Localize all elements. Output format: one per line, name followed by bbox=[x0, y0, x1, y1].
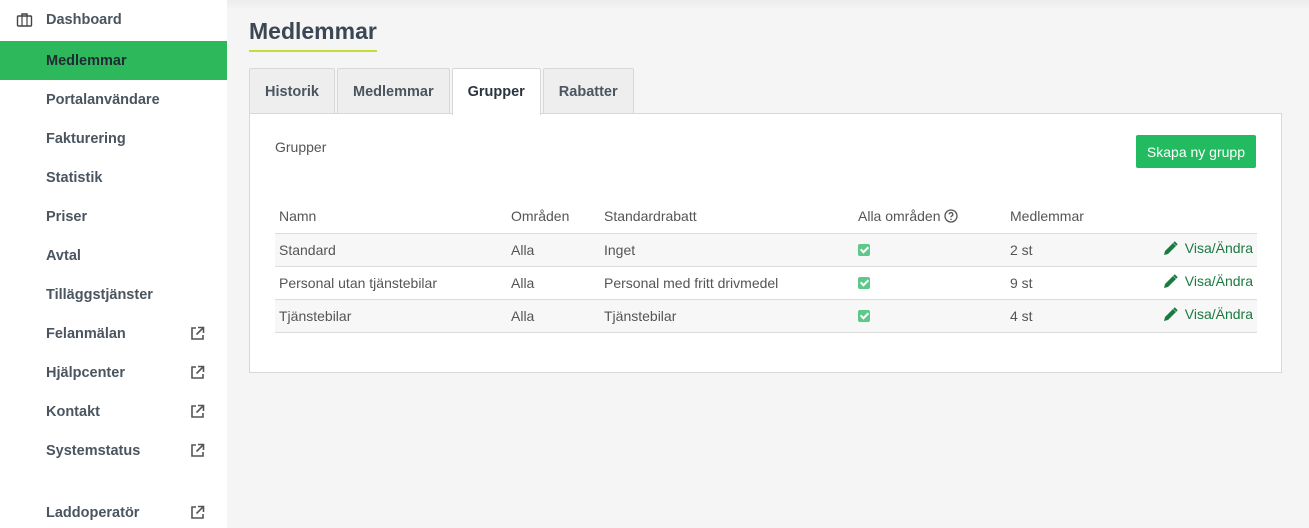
cell-action: Visa/Ändra bbox=[1136, 266, 1257, 300]
cell-areas: Alla bbox=[507, 266, 600, 300]
sidebar-item-label: Dashboard bbox=[46, 11, 122, 28]
cell-name: Tjänstebilar bbox=[275, 299, 507, 333]
sidebar-item-label: Medlemmar bbox=[46, 52, 127, 69]
sidebar-item-fakturering[interactable]: Fakturering bbox=[0, 119, 227, 158]
cell-name: Personal utan tjänstebilar bbox=[275, 266, 507, 300]
external-link-icon bbox=[191, 404, 205, 418]
view-edit-link[interactable]: Visa/Ändra bbox=[1163, 273, 1253, 289]
checkbox-checked-icon bbox=[858, 309, 870, 322]
cell-all-areas bbox=[854, 299, 1006, 333]
tab-bar: Historik Medlemmar Grupper Rabatter bbox=[249, 68, 636, 115]
cell-name: Standard bbox=[275, 233, 507, 267]
create-group-button[interactable]: Skapa ny grupp bbox=[1135, 135, 1256, 168]
table-row: Personal utan tjänstebilar Alla Personal… bbox=[275, 266, 1257, 300]
cell-action: Visa/Ändra bbox=[1136, 299, 1257, 333]
cell-discount: Inget bbox=[600, 233, 854, 267]
tab-grupper[interactable]: Grupper bbox=[451, 68, 541, 115]
tab-historik[interactable]: Historik bbox=[249, 68, 335, 114]
view-edit-link[interactable]: Visa/Ändra bbox=[1163, 306, 1253, 322]
column-header-name[interactable]: Namn bbox=[275, 200, 507, 234]
cell-all-areas bbox=[854, 233, 1006, 267]
sidebar-item-label: Avtal bbox=[46, 247, 81, 264]
view-edit-label: Visa/Ändra bbox=[1184, 273, 1253, 290]
table-row: Standard Alla Inget 2 st Visa/Ändra bbox=[275, 233, 1257, 267]
view-edit-label: Visa/Ändra bbox=[1184, 306, 1253, 323]
column-header-members[interactable]: Medlemmar bbox=[1006, 200, 1136, 234]
checkbox-checked-icon bbox=[858, 276, 870, 289]
cell-all-areas bbox=[854, 266, 1006, 300]
cell-areas: Alla bbox=[507, 299, 600, 333]
cell-members: 4 st bbox=[1006, 299, 1136, 333]
cell-members: 2 st bbox=[1006, 233, 1136, 267]
briefcase-icon bbox=[16, 13, 33, 27]
sidebar-item-label: Priser bbox=[46, 208, 88, 225]
sidebar-item-label: Laddoperatör bbox=[46, 504, 140, 521]
column-header-all-areas-label: Alla områden bbox=[858, 208, 941, 225]
pencil-icon bbox=[1163, 274, 1178, 288]
help-icon[interactable] bbox=[943, 209, 958, 223]
sidebar-item-label: Felanmälan bbox=[46, 325, 126, 342]
pencil-icon bbox=[1163, 241, 1178, 255]
cell-discount: Tjänstebilar bbox=[600, 299, 854, 333]
sidebar-item-avtal[interactable]: Avtal bbox=[0, 236, 227, 275]
sidebar-item-priser[interactable]: Priser bbox=[0, 197, 227, 236]
sidebar-item-systemstatus[interactable]: Systemstatus bbox=[0, 431, 227, 470]
column-header-areas[interactable]: Områden bbox=[507, 200, 600, 234]
sidebar-item-laddoperator[interactable]: Laddoperatör bbox=[0, 493, 227, 528]
sidebar-item-label: Hjälpcenter bbox=[46, 364, 125, 381]
cell-discount: Personal med fritt drivmedel bbox=[600, 266, 854, 300]
sidebar-item-medlemmar[interactable]: Medlemmar bbox=[0, 41, 227, 80]
column-header-discount[interactable]: Standardrabatt bbox=[600, 200, 854, 234]
sidebar-item-kontakt[interactable]: Kontakt bbox=[0, 392, 227, 431]
sidebar-item-statistik[interactable]: Statistik bbox=[0, 158, 227, 197]
column-header-actions bbox=[1136, 200, 1257, 234]
main-content: Medlemmar Historik Medlemmar Grupper Rab… bbox=[227, 0, 1309, 528]
groups-table: Namn Områden Standardrabatt Alla områden… bbox=[275, 200, 1257, 333]
view-edit-label: Visa/Ändra bbox=[1184, 240, 1253, 257]
sidebar-item-label: Tilläggstjänster bbox=[46, 286, 153, 303]
sidebar-item-label: Systemstatus bbox=[46, 442, 141, 459]
sidebar-item-label: Kontakt bbox=[46, 403, 100, 420]
groups-panel: Grupper Skapa ny grupp Namn Områden Stan… bbox=[249, 113, 1282, 373]
cell-action: Visa/Ändra bbox=[1136, 233, 1257, 267]
checkbox-checked-icon bbox=[858, 243, 870, 256]
external-link-icon bbox=[191, 443, 205, 457]
sidebar-item-hjalpcenter[interactable]: Hjälpcenter bbox=[0, 353, 227, 392]
cell-areas: Alla bbox=[507, 233, 600, 267]
table-header-row: Namn Områden Standardrabatt Alla områden… bbox=[275, 200, 1257, 234]
view-edit-link[interactable]: Visa/Ändra bbox=[1163, 240, 1253, 256]
sidebar-item-portalanvandare[interactable]: Portalanvändare bbox=[0, 80, 227, 119]
cell-members: 9 st bbox=[1006, 266, 1136, 300]
panel-heading: Grupper bbox=[275, 139, 327, 155]
external-link-icon bbox=[191, 505, 205, 519]
tab-medlemmar[interactable]: Medlemmar bbox=[337, 68, 450, 114]
page-title: Medlemmar bbox=[249, 18, 377, 52]
external-link-icon bbox=[191, 365, 205, 379]
external-link-icon bbox=[191, 326, 205, 340]
top-shadow bbox=[227, 0, 1309, 10]
sidebar-item-label: Portalanvändare bbox=[46, 91, 160, 108]
sidebar-item-dashboard[interactable]: Dashboard bbox=[0, 0, 227, 39]
sidebar-item-felanmalan[interactable]: Felanmälan bbox=[0, 314, 227, 353]
pencil-icon bbox=[1163, 307, 1178, 321]
sidebar-item-label: Fakturering bbox=[46, 130, 126, 147]
sidebar-item-tillaggstjanster[interactable]: Tilläggstjänster bbox=[0, 275, 227, 314]
sidebar-item-label: Statistik bbox=[46, 169, 103, 186]
table-row: Tjänstebilar Alla Tjänstebilar 4 st Visa… bbox=[275, 299, 1257, 333]
tab-rabatter[interactable]: Rabatter bbox=[542, 68, 634, 114]
sidebar: Dashboard Medlemmar Portalanvändare Fakt… bbox=[0, 0, 227, 528]
column-header-all-areas[interactable]: Alla områden bbox=[854, 200, 1006, 234]
